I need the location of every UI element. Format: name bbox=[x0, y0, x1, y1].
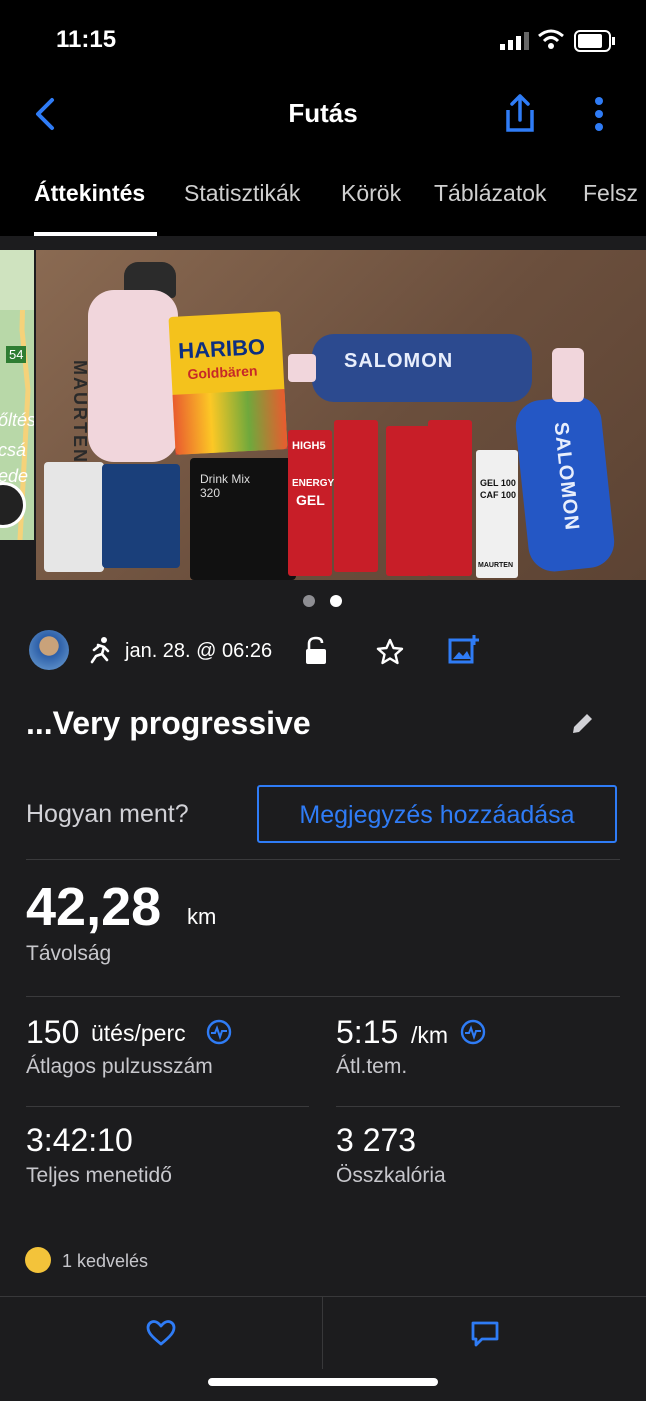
flask-cap-vertical bbox=[552, 348, 584, 402]
page-dot-2[interactable] bbox=[330, 595, 342, 607]
likes-count[interactable]: 1 kedvelés bbox=[62, 1251, 148, 1272]
running-icon bbox=[86, 636, 114, 669]
haribo-brand-text: HARIBO bbox=[177, 334, 266, 364]
divider-4 bbox=[336, 1106, 620, 1107]
privacy-button[interactable] bbox=[304, 636, 328, 671]
flask-brand-text: SALOMON bbox=[344, 350, 454, 372]
wifi-icon bbox=[537, 28, 565, 55]
add-photo-button[interactable] bbox=[448, 634, 480, 671]
high5-gel-1: HIGH5 ENERGY GEL bbox=[288, 430, 335, 576]
home-indicator bbox=[208, 1378, 438, 1386]
avg-pace-unit: /km bbox=[411, 1022, 449, 1048]
water-bottle bbox=[88, 290, 178, 462]
add-note-button[interactable]: Megjegyzés hozzáadása bbox=[257, 785, 617, 843]
signal-icon bbox=[500, 32, 530, 50]
tab-equipment[interactable]: Felsz bbox=[583, 180, 638, 207]
high5-gel-3 bbox=[386, 426, 430, 576]
map-text-1: őltés bbox=[0, 410, 34, 430]
activity-monitor-icon[interactable] bbox=[460, 1019, 486, 1050]
activity-monitor-icon[interactable] bbox=[206, 1019, 232, 1050]
heart-icon bbox=[146, 1320, 176, 1346]
battery-icon bbox=[574, 30, 616, 57]
maurten-gel-brand: MAURTEN bbox=[478, 562, 513, 569]
maurten-gel-line-1: GEL 100 bbox=[480, 478, 516, 488]
avg-hr-label: Átlagos pulzusszám bbox=[26, 1055, 213, 1078]
drink-mix-text: Drink Mix bbox=[200, 472, 250, 486]
bottom-bar-separator bbox=[322, 1297, 323, 1369]
star-icon bbox=[376, 638, 404, 665]
calories-value: 3 273 bbox=[336, 1122, 417, 1158]
share-icon bbox=[506, 94, 534, 132]
avg-hr-unit: ütés/perc bbox=[91, 1020, 186, 1046]
divider-2 bbox=[26, 996, 620, 997]
energy-bar bbox=[102, 464, 180, 568]
total-time-label: Teljes menetidő bbox=[26, 1164, 172, 1187]
drink-mix-number: 320 bbox=[200, 486, 221, 500]
comment-icon bbox=[471, 1321, 499, 1347]
maurten-gel: GEL 100 CAF 100 MAURTEN bbox=[476, 450, 518, 578]
more-vertical-icon bbox=[595, 97, 603, 131]
avatar[interactable] bbox=[29, 630, 69, 670]
distance-value: 42,28 bbox=[26, 877, 162, 937]
route-map-thumbnail[interactable]: 54 őltés csá ede bbox=[0, 250, 34, 540]
activity-name: ...Very progressive bbox=[26, 705, 311, 741]
like-button[interactable] bbox=[146, 1319, 176, 1352]
avg-pace-label: Átl.tem. bbox=[336, 1055, 408, 1078]
unlock-icon bbox=[306, 636, 326, 664]
avg-pace-value: 5:15 bbox=[336, 1014, 399, 1050]
tab-bar: Áttekintés Statisztikák Körök Táblázatok… bbox=[0, 150, 646, 236]
add-photo-icon bbox=[448, 635, 479, 664]
tab-statistics[interactable]: Statisztikák bbox=[184, 180, 300, 207]
favorite-button[interactable] bbox=[376, 638, 404, 671]
gel-brand: HIGH5 bbox=[292, 440, 326, 452]
maurten-gel-line-2: CAF 100 bbox=[480, 490, 517, 500]
gel-label-1: ENERGY bbox=[292, 478, 335, 489]
tab-overview[interactable]: Áttekintés bbox=[34, 180, 145, 207]
high5-gel-4 bbox=[428, 420, 472, 576]
divider-1 bbox=[26, 859, 620, 860]
gear-photo[interactable]: MAURTEN HARIBO Goldbären SALOMON SALOMON… bbox=[36, 250, 646, 580]
distance-label: Távolság bbox=[26, 942, 112, 965]
page-title: Futás bbox=[288, 98, 358, 128]
status-time: 11:15 bbox=[56, 26, 117, 53]
activity-date: jan. 28. @ 06:26 bbox=[125, 640, 273, 662]
calories-label: Összkalória bbox=[336, 1164, 446, 1187]
more-button[interactable] bbox=[588, 96, 610, 136]
feeling-question: Hogyan ment? bbox=[26, 800, 189, 828]
divider-3 bbox=[26, 1106, 309, 1107]
map-text-2: csá bbox=[0, 440, 27, 460]
avg-hr-value: 150 bbox=[26, 1014, 80, 1050]
haribo-sub-text: Goldbären bbox=[187, 362, 258, 383]
total-time-value: 3:42:10 bbox=[26, 1122, 133, 1158]
flask-cap-horizontal bbox=[288, 354, 316, 382]
active-tab-indicator bbox=[34, 232, 157, 236]
soft-flask-horizontal: SALOMON bbox=[312, 334, 532, 402]
drink-mix-pouch: Drink Mix 320 bbox=[190, 458, 296, 580]
haribo-bag: HARIBO Goldbären bbox=[168, 311, 288, 455]
page-dot-1[interactable] bbox=[303, 595, 315, 607]
flask-brand-text-2: SALOMON bbox=[549, 420, 583, 532]
liker-avatar[interactable] bbox=[25, 1247, 51, 1273]
edit-name-button[interactable] bbox=[570, 710, 596, 741]
soft-flask-vertical: SALOMON bbox=[513, 393, 617, 575]
gummy-bears bbox=[172, 389, 288, 455]
comment-button[interactable] bbox=[470, 1320, 500, 1353]
distance-unit: km bbox=[187, 904, 217, 929]
share-button[interactable] bbox=[500, 92, 540, 136]
pencil-icon bbox=[573, 714, 592, 733]
add-note-label: Megjegyzés hozzáadása bbox=[299, 801, 575, 829]
tab-charts[interactable]: Táblázatok bbox=[434, 180, 547, 207]
tab-laps[interactable]: Körök bbox=[341, 180, 401, 207]
road-number-badge: 54 bbox=[6, 346, 27, 363]
high5-gel-2 bbox=[334, 420, 378, 572]
gel-pack-white bbox=[44, 462, 104, 572]
gel-label-2: GEL bbox=[296, 492, 325, 508]
media-gallery[interactable]: 54 őltés csá ede MAURTEN HARIBO Goldbäre… bbox=[0, 248, 646, 582]
